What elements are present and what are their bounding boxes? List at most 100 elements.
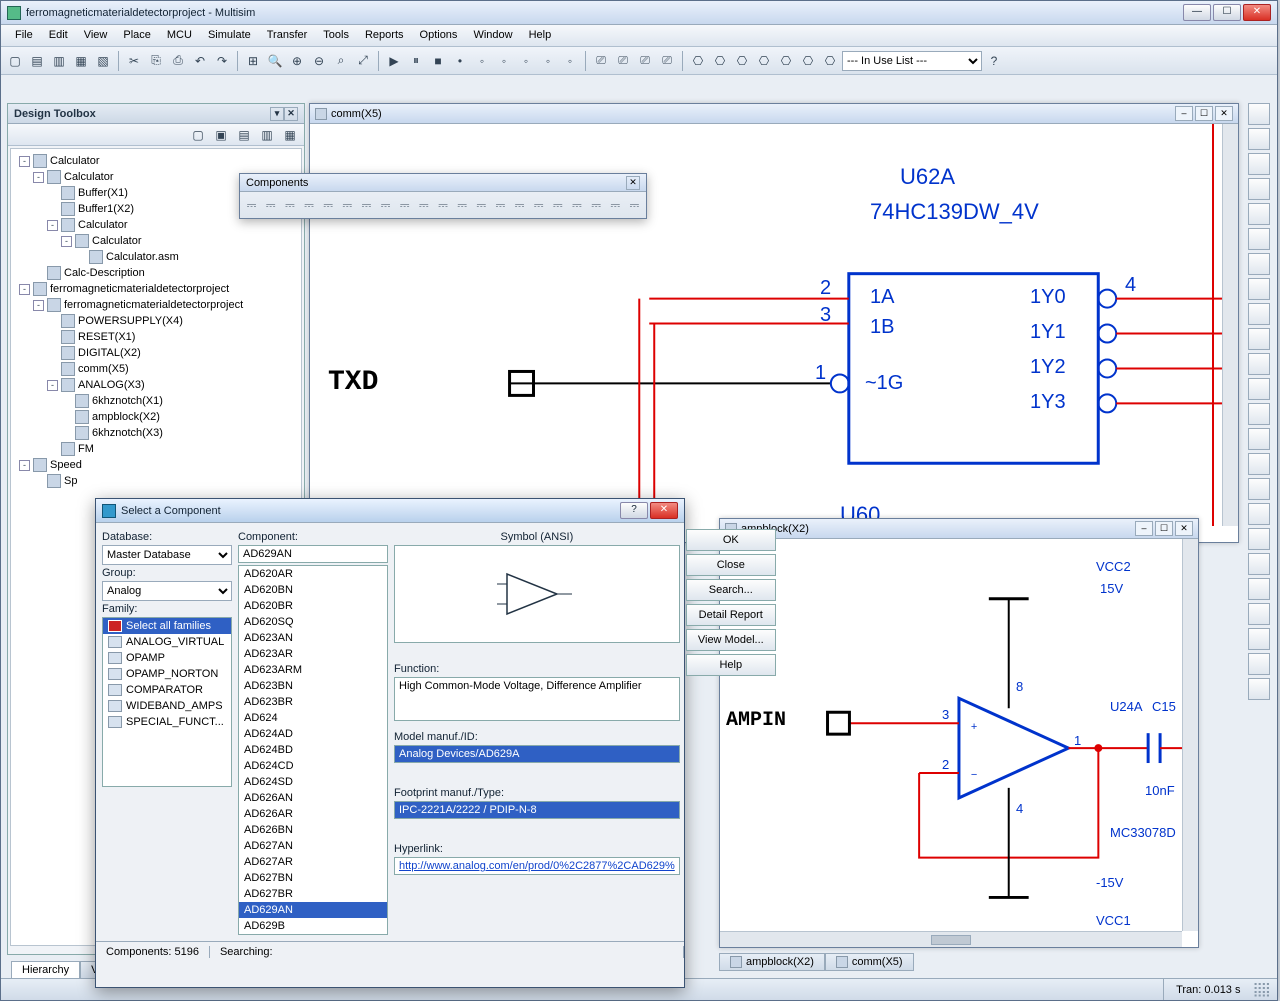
dock-tool[interactable]: ▦	[280, 125, 300, 145]
tree-node[interactable]: -ferromagneticmaterialdetectorproject	[15, 281, 297, 297]
tree-node[interactable]: -ferromagneticmaterialdetectorproject	[29, 297, 297, 313]
dock-tool[interactable]: ▣	[211, 125, 231, 145]
component-item[interactable]: AD626AN	[239, 790, 387, 806]
toolbar-button[interactable]: ■	[428, 51, 448, 71]
menu-window[interactable]: Window	[465, 25, 520, 46]
menu-mcu[interactable]: MCU	[159, 25, 200, 46]
detail-report-button[interactable]: Detail Report	[686, 604, 776, 626]
toolbar-button[interactable]: ⎚	[657, 51, 677, 71]
toolbar-button[interactable]: 🔍	[265, 51, 285, 71]
database-select[interactable]: Master Database	[102, 545, 232, 565]
toolbar-button[interactable]: ⎔	[820, 51, 840, 71]
tree-node[interactable]: -Calculator	[15, 153, 297, 169]
tree-node[interactable]: -Speed	[15, 457, 297, 473]
mdi-max[interactable]: ☐	[1195, 106, 1213, 121]
instrument-button[interactable]	[1248, 628, 1270, 650]
instrument-button[interactable]	[1248, 678, 1270, 700]
palette-tool[interactable]: ⎓	[434, 195, 451, 215]
component-item[interactable]: AD626BN	[239, 822, 387, 838]
tree-node[interactable]: FM	[43, 441, 297, 457]
in-use-list-combo[interactable]: --- In Use List ---	[842, 51, 982, 71]
toolbar-button[interactable]: ⎔	[754, 51, 774, 71]
instrument-button[interactable]	[1248, 328, 1270, 350]
toolbar-button[interactable]: ▦	[71, 51, 91, 71]
toolbar-button[interactable]: ⊕	[287, 51, 307, 71]
help-button[interactable]: ?	[984, 51, 1004, 71]
instrument-button[interactable]	[1248, 253, 1270, 275]
maximize-button[interactable]: ☐	[1213, 4, 1241, 21]
palette-tool[interactable]: ⎓	[607, 195, 624, 215]
model-text[interactable]: Analog Devices/AD629A	[394, 745, 680, 763]
dlg-help-button[interactable]: ?	[620, 502, 648, 519]
component-item[interactable]: AD620AR	[239, 566, 387, 582]
toolbar-button[interactable]: ▧	[93, 51, 113, 71]
doctab-comm[interactable]: comm(X5)	[825, 953, 914, 971]
dialog-titlebar[interactable]: Select a Component ? ✕	[96, 499, 684, 523]
toolbar-button[interactable]: ⎔	[710, 51, 730, 71]
family-item[interactable]: ANALOG_VIRTUAL	[103, 634, 231, 650]
instrument-button[interactable]	[1248, 278, 1270, 300]
menu-place[interactable]: Place	[115, 25, 159, 46]
scrollbar-h[interactable]	[720, 931, 1182, 947]
doctab-ampblock[interactable]: ampblock(X2)	[719, 953, 825, 971]
toolbar-button[interactable]: ✂	[124, 51, 144, 71]
palette-tool[interactable]: ⎓	[281, 195, 298, 215]
instrument-button[interactable]	[1248, 228, 1270, 250]
toolbar-button[interactable]: ⎚	[613, 51, 633, 71]
tree-node[interactable]: 6khznotch(X3)	[57, 425, 297, 441]
toolbar-button[interactable]: ▥	[49, 51, 69, 71]
menu-tools[interactable]: Tools	[315, 25, 357, 46]
palette-tool[interactable]: ⎓	[262, 195, 279, 215]
palette-tool[interactable]: ⎓	[415, 195, 432, 215]
scrollbar-v[interactable]	[1222, 124, 1238, 526]
instrument-button[interactable]	[1248, 553, 1270, 575]
menu-help[interactable]: Help	[521, 25, 560, 46]
ok-button[interactable]: OK	[686, 529, 776, 551]
instrument-button[interactable]	[1248, 653, 1270, 675]
instrument-button[interactable]	[1248, 403, 1270, 425]
toolbar-button[interactable]: ▢	[5, 51, 25, 71]
toolbar-button[interactable]: ⎔	[776, 51, 796, 71]
instrument-button[interactable]	[1248, 428, 1270, 450]
instrument-button[interactable]	[1248, 478, 1270, 500]
component-item[interactable]: AD623ARM	[239, 662, 387, 678]
instrument-button[interactable]	[1248, 153, 1270, 175]
palette-tool[interactable]: ⎓	[358, 195, 375, 215]
palette-close-icon[interactable]: ✕	[626, 176, 640, 190]
search--button[interactable]: Search...	[686, 579, 776, 601]
close-button[interactable]: ✕	[1243, 4, 1271, 21]
component-item[interactable]: AD620BN	[239, 582, 387, 598]
instrument-button[interactable]	[1248, 528, 1270, 550]
close-button[interactable]: Close	[686, 554, 776, 576]
expand-icon[interactable]: -	[19, 460, 30, 471]
component-item[interactable]: AD620BR	[239, 598, 387, 614]
component-item[interactable]: AD623AN	[239, 630, 387, 646]
toolbar-button[interactable]: ↷	[212, 51, 232, 71]
footprint-text[interactable]: IPC-2221A/2222 / PDIP-N-8	[394, 801, 680, 819]
toolbar-button[interactable]: ⎙	[168, 51, 188, 71]
palette-tool[interactable]: ⎓	[473, 195, 490, 215]
group-select[interactable]: Analog	[102, 581, 232, 601]
tree-node[interactable]: Calculator.asm	[71, 249, 297, 265]
tree-node[interactable]: DIGITAL(X2)	[43, 345, 297, 361]
menu-transfer[interactable]: Transfer	[259, 25, 316, 46]
component-item[interactable]: AD624CD	[239, 758, 387, 774]
component-item[interactable]: AD623BR	[239, 694, 387, 710]
mdi-min[interactable]: –	[1175, 106, 1193, 121]
palette-tool[interactable]: ⎓	[588, 195, 605, 215]
toolbar-button[interactable]: ⊖	[309, 51, 329, 71]
family-item[interactable]: Select all families	[103, 618, 231, 634]
toolbar-button[interactable]: ↶	[190, 51, 210, 71]
dock-tool[interactable]: ▢	[188, 125, 208, 145]
palette-tool[interactable]: ⎓	[339, 195, 356, 215]
tree-node[interactable]: Calc-Description	[29, 265, 297, 281]
menu-edit[interactable]: Edit	[41, 25, 76, 46]
menu-reports[interactable]: Reports	[357, 25, 412, 46]
dock-header[interactable]: Design Toolbox ▾ ✕	[8, 104, 304, 124]
toolbar-button[interactable]: ◦	[472, 51, 492, 71]
family-item[interactable]: OPAMP	[103, 650, 231, 666]
expand-icon[interactable]: -	[33, 300, 44, 311]
component-item[interactable]: AD620SQ	[239, 614, 387, 630]
mdi-close[interactable]: ✕	[1175, 521, 1193, 536]
minimize-button[interactable]: —	[1183, 4, 1211, 21]
